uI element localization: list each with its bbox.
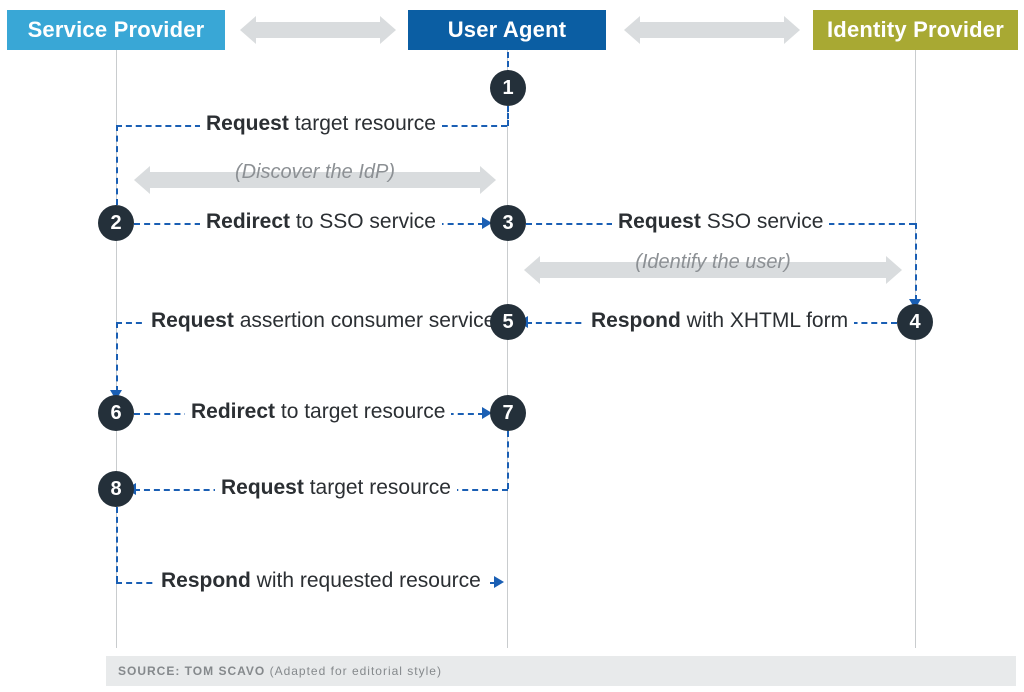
flow-8-down <box>116 507 118 582</box>
header-arrow-ua-idp <box>640 22 784 38</box>
step-badge-8: 8 <box>98 471 134 507</box>
step-badge-3: 3 <box>490 205 526 241</box>
arrow-respond <box>494 576 504 588</box>
lifeline-ua <box>507 50 508 648</box>
label-step-3: Request SSO service <box>612 210 829 234</box>
header-arrow-sp-ua <box>256 22 380 38</box>
note-identify-user: (Identify the user) <box>540 262 886 278</box>
lifeline-idp <box>915 50 916 648</box>
label-step-1: Request target resource <box>200 112 442 136</box>
step-badge-6: 6 <box>98 395 134 431</box>
column-header-idp: Identity Provider <box>813 10 1018 50</box>
label-step-2: Redirect to SSO service <box>200 210 442 234</box>
flow-7-down <box>507 431 509 489</box>
label-step-8: Request target resource <box>215 476 457 500</box>
flow-sp-down-to-6 <box>116 322 118 392</box>
flow-sp-down-to-2 <box>116 125 118 205</box>
label-respond: Respond with requested resource <box>155 569 487 593</box>
step-badge-1: 1 <box>490 70 526 106</box>
step-badge-7: 7 <box>490 395 526 431</box>
saml-flow-diagram: Service Provider User Agent Identity Pro… <box>0 0 1024 692</box>
label-step-6: Redirect to target resource <box>185 400 451 424</box>
flow-idp-down-to-4 <box>915 223 917 301</box>
flow-1-down <box>507 106 509 126</box>
step-badge-4: 4 <box>897 304 933 340</box>
source-attribution: SOURCE: TOM SCAVO (Adapted for editorial… <box>106 656 1016 686</box>
step-badge-2: 2 <box>98 205 134 241</box>
note-discover-idp: (Discover the IdP) <box>150 172 480 188</box>
column-header-sp: Service Provider <box>7 10 225 50</box>
label-step-5: Request assertion consumer service <box>145 309 501 333</box>
label-step-4: Respond with XHTML form <box>585 309 854 333</box>
step-badge-5: 5 <box>490 304 526 340</box>
column-header-ua: User Agent <box>408 10 606 50</box>
